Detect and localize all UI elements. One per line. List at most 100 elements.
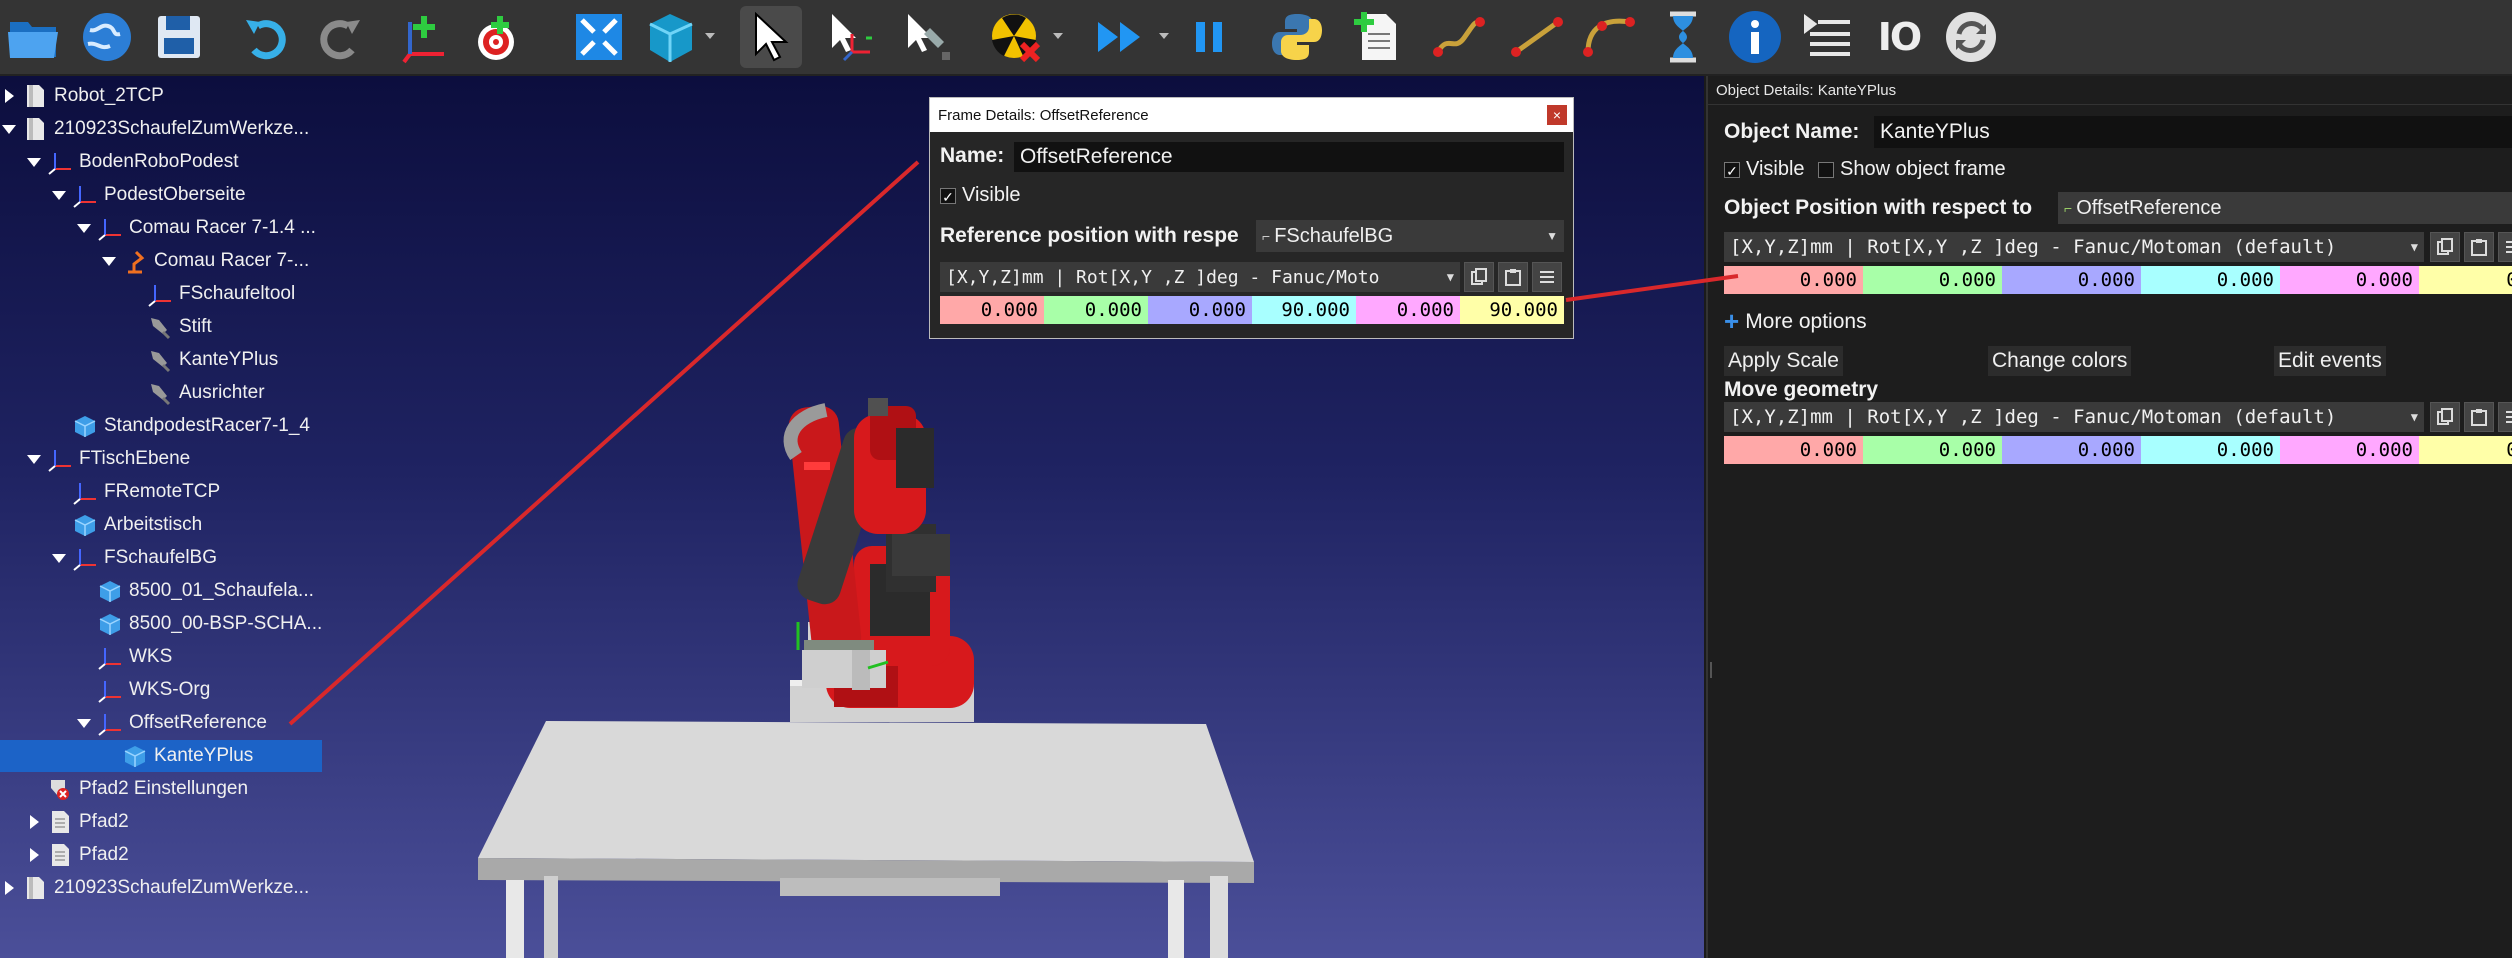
rx-value-field[interactable]: 0.000 xyxy=(2141,436,2280,464)
open-station-icon[interactable] xyxy=(2,6,64,68)
python-icon[interactable] xyxy=(1266,6,1328,68)
object-format-select[interactable]: [X,Y,Z]mm | Rot[X,Y ,Z ]deg - Fanuc/Moto… xyxy=(1724,232,2424,262)
info-icon[interactable] xyxy=(1724,6,1786,68)
copy-icon[interactable] xyxy=(2430,232,2460,262)
tree-item[interactable]: FSchaufelBG xyxy=(0,542,217,574)
splitter-handle[interactable] xyxy=(1710,662,1712,678)
tree-item[interactable]: KanteYPlus xyxy=(0,740,322,772)
copy-icon[interactable] xyxy=(2430,402,2460,432)
tree-item[interactable]: 210923SchaufelZumWerkze... xyxy=(0,872,309,904)
menu-icon[interactable] xyxy=(2498,402,2512,432)
z-value-field[interactable]: 0.000 xyxy=(2002,436,2141,464)
tree-item[interactable]: Pfad2 Einstellungen xyxy=(0,773,248,805)
expanded-arrow-icon[interactable] xyxy=(75,714,93,732)
ry-value-field[interactable]: 0.000 xyxy=(2280,436,2419,464)
object-reference-select[interactable]: ⌐ OffsetReference xyxy=(2058,192,2512,224)
3d-viewport[interactable]: Robot_2TCP 210923SchaufelZumWerkze... Bode… xyxy=(0,76,1704,958)
redo-icon[interactable] xyxy=(308,6,370,68)
tree-item[interactable]: WKS xyxy=(0,641,172,673)
fast-forward-icon[interactable] xyxy=(1090,6,1152,68)
object-name-field[interactable]: KanteYPlus xyxy=(1874,116,2512,148)
tree-item[interactable]: Pfad2 xyxy=(0,806,129,838)
select-cursor-icon[interactable] xyxy=(740,6,802,68)
object-visible-checkbox[interactable]: ✓ Visible xyxy=(1724,158,1805,181)
show-object-frame-checkbox[interactable]: Show object frame xyxy=(1818,158,2006,181)
expanded-arrow-icon[interactable] xyxy=(0,120,18,138)
tree-item[interactable]: Arbeitstisch xyxy=(0,509,202,541)
fit-all-icon[interactable] xyxy=(568,6,630,68)
add-reference-frame-icon[interactable] xyxy=(396,6,458,68)
collapsed-arrow-icon[interactable] xyxy=(0,879,18,897)
collapsed-arrow-icon[interactable] xyxy=(0,87,18,105)
move-joint-instruction-icon[interactable] xyxy=(1428,6,1490,68)
refresh-icon[interactable] xyxy=(1940,6,2002,68)
tree-item[interactable]: Comau Racer 7-... xyxy=(0,245,309,277)
tree-item[interactable]: WKS-Org xyxy=(0,674,210,706)
tree-item[interactable]: FSchaufeltool xyxy=(0,278,295,310)
tree-item[interactable]: FTischEbene xyxy=(0,443,190,475)
more-options-button[interactable]: + More options xyxy=(1724,306,1867,337)
expanded-arrow-icon[interactable] xyxy=(50,549,68,567)
paste-icon[interactable] xyxy=(1498,262,1528,292)
view-dropdown-arrow-icon[interactable] xyxy=(704,30,716,42)
rz-value-field[interactable]: 0.00 xyxy=(2419,266,2512,294)
collision-check-icon[interactable] xyxy=(984,6,1046,68)
expanded-arrow-icon[interactable] xyxy=(75,219,93,237)
rx-value-field[interactable]: 0.000 xyxy=(2141,266,2280,294)
rz-value-field[interactable]: 90.000 xyxy=(1460,296,1564,324)
view-cube-icon[interactable] xyxy=(640,6,702,68)
tree-item[interactable]: PodestOberseite xyxy=(0,179,246,211)
edit-events-button[interactable]: Edit events xyxy=(2274,346,2386,376)
expanded-arrow-icon[interactable] xyxy=(25,450,43,468)
x-value-field[interactable]: 0.000 xyxy=(1724,436,1863,464)
menu-icon[interactable] xyxy=(2498,232,2512,262)
save-icon[interactable] xyxy=(148,6,210,68)
expanded-arrow-icon[interactable] xyxy=(100,252,118,270)
undo-icon[interactable] xyxy=(236,6,298,68)
tree-item[interactable]: OffsetReference xyxy=(0,707,267,739)
collision-dropdown-arrow-icon[interactable] xyxy=(1052,30,1064,42)
y-value-field[interactable]: 0.000 xyxy=(1863,266,2002,294)
x-value-field[interactable]: 0.000 xyxy=(940,296,1044,324)
z-value-field[interactable]: 0.000 xyxy=(1148,296,1252,324)
speed-dropdown-arrow-icon[interactable] xyxy=(1158,30,1170,42)
y-value-field[interactable]: 0.000 xyxy=(1044,296,1148,324)
ry-value-field[interactable]: 0.000 xyxy=(2280,266,2419,294)
tree-item[interactable]: 210923SchaufelZumWerkze... xyxy=(0,113,309,145)
frame-reference-select[interactable]: ⌐ FSchaufelBG ▼ xyxy=(1256,220,1564,252)
z-value-field[interactable]: 0.000 xyxy=(2002,266,2141,294)
paste-icon[interactable] xyxy=(2464,402,2494,432)
add-target-icon[interactable] xyxy=(468,6,530,68)
expanded-arrow-icon[interactable] xyxy=(50,186,68,204)
y-value-field[interactable]: 0.000 xyxy=(1863,436,2002,464)
change-colors-button[interactable]: Change colors xyxy=(1988,346,2132,376)
tree-item[interactable]: KanteYPlus xyxy=(0,344,278,376)
tree-item[interactable]: Stift xyxy=(0,311,212,343)
frame-name-field[interactable]: OffsetReference xyxy=(1014,142,1564,172)
add-program-icon[interactable] xyxy=(1346,6,1408,68)
x-value-field[interactable]: 0.000 xyxy=(1724,266,1863,294)
collapsed-arrow-icon[interactable] xyxy=(25,813,43,831)
copy-icon[interactable] xyxy=(1464,262,1494,292)
online-library-icon[interactable] xyxy=(76,6,138,68)
move-linear-instruction-icon[interactable] xyxy=(1506,6,1568,68)
tree-item[interactable]: FRemoteTCP xyxy=(0,476,220,508)
move-geometry-format-select[interactable]: [X,Y,Z]mm | Rot[X,Y ,Z ]deg - Fanuc/Moto… xyxy=(1724,402,2424,432)
apply-scale-button[interactable]: Apply Scale xyxy=(1724,346,1843,376)
ry-value-field[interactable]: 0.000 xyxy=(1356,296,1460,324)
move-reference-icon[interactable] xyxy=(820,6,882,68)
paste-icon[interactable] xyxy=(2464,232,2494,262)
frame-visible-checkbox[interactable]: ✓ Visible xyxy=(940,184,1021,207)
program-list-icon[interactable] xyxy=(1796,6,1858,68)
tree-item[interactable]: Robot_2TCP xyxy=(0,80,164,112)
collapsed-arrow-icon[interactable] xyxy=(25,846,43,864)
pause-instruction-hourglass-icon[interactable] xyxy=(1652,6,1714,68)
frame-dialog-titlebar[interactable]: Frame Details: OffsetReference × xyxy=(930,98,1573,132)
close-icon[interactable]: × xyxy=(1547,105,1567,125)
move-circular-instruction-icon[interactable] xyxy=(1578,6,1640,68)
expanded-arrow-icon[interactable] xyxy=(25,153,43,171)
pause-icon[interactable] xyxy=(1178,6,1240,68)
io-button[interactable]: IO xyxy=(1868,6,1930,68)
tree-item[interactable]: Pfad2 xyxy=(0,839,129,871)
tree-item[interactable]: 8500_00-BSP-SCHA... xyxy=(0,608,322,640)
